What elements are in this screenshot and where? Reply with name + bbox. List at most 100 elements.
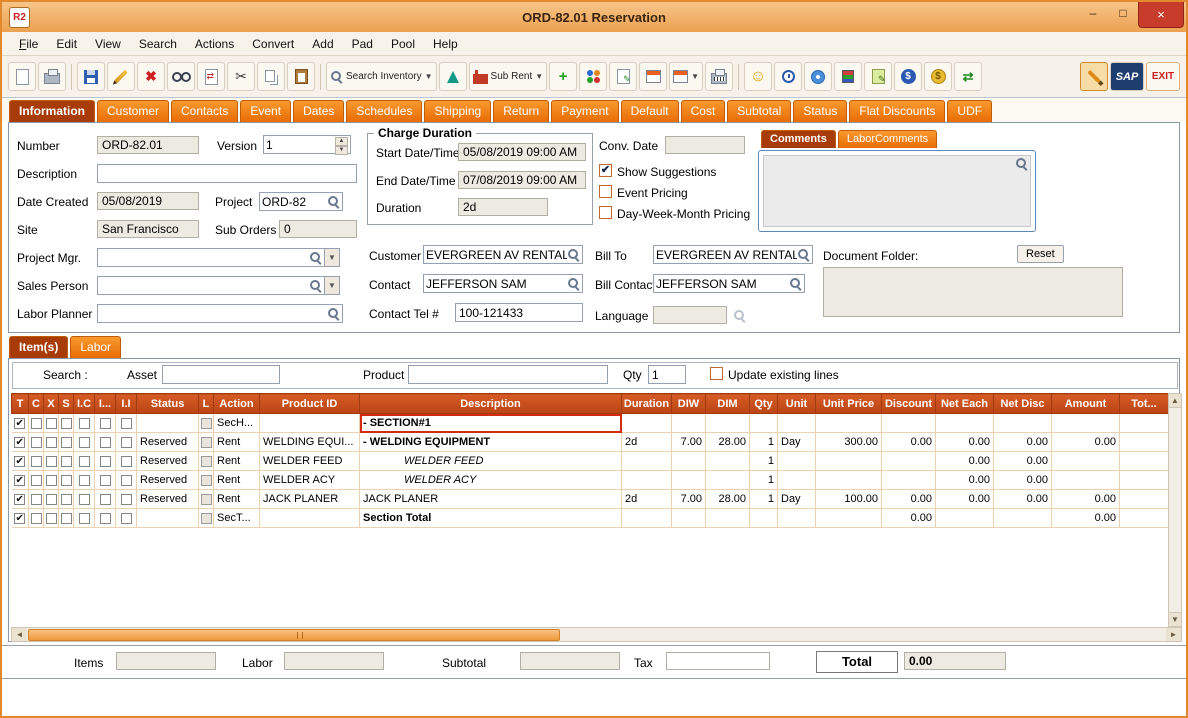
new-document-button[interactable] — [8, 62, 36, 91]
spinner-up-icon[interactable]: ▲ — [335, 137, 348, 146]
grid-column-header[interactable]: S — [59, 394, 74, 414]
tab[interactable]: Subtotal — [727, 100, 791, 122]
tab-labor-comments[interactable]: LaborComments — [838, 130, 937, 148]
reset-button[interactable]: Reset — [1017, 245, 1064, 263]
history-clock-button[interactable] — [774, 62, 802, 91]
tab-labor[interactable]: Labor — [70, 336, 121, 358]
update-existing-lines-checkbox[interactable] — [710, 367, 723, 380]
table-row[interactable]: ✔ Reserved Rent WELDER ACY WELDER ACY — [12, 471, 1169, 490]
dwm-pricing-checkbox[interactable] — [599, 206, 612, 219]
grid-column-header[interactable]: Unit — [778, 394, 816, 414]
horizontal-scroll-thumb[interactable] — [28, 629, 560, 641]
find-button[interactable] — [167, 62, 195, 91]
project-field[interactable]: ORD-82 — [259, 192, 343, 211]
row-checkbox[interactable] — [61, 456, 72, 467]
version-spinner[interactable]: ▲▼ — [335, 137, 348, 152]
scroll-right-icon[interactable]: ► — [1166, 628, 1181, 641]
project-mgr-dropdown-button[interactable]: ▼ — [324, 248, 340, 267]
tab[interactable]: Information — [9, 100, 95, 122]
grid-column-header[interactable]: L — [199, 394, 214, 414]
tab[interactable]: UDF — [947, 100, 992, 122]
row-checkbox[interactable] — [61, 475, 72, 486]
scroll-down-icon[interactable]: ▼ — [1169, 612, 1181, 626]
row-checkbox[interactable] — [121, 475, 132, 486]
grid-column-header[interactable]: Amount — [1052, 394, 1120, 414]
maximize-button[interactable]: □ — [1108, 2, 1138, 24]
delete-button[interactable]: ✖ — [137, 62, 165, 91]
row-checkbox[interactable] — [46, 513, 57, 524]
table-row[interactable]: ✔ Reserved Rent JACK PLANER JACK PLANER … — [12, 490, 1169, 509]
menu-item[interactable]: Add — [303, 34, 342, 54]
menu-item[interactable]: Actions — [186, 34, 243, 54]
grid-column-header[interactable]: Action — [214, 394, 260, 414]
grid-column-header[interactable]: Tot... — [1120, 394, 1169, 414]
row-checkbox[interactable] — [121, 418, 132, 429]
add-item-button[interactable]: + — [549, 62, 577, 91]
grid-column-header[interactable]: Unit Price — [816, 394, 882, 414]
customer-field[interactable]: EVERGREEN AV RENTAL — [423, 245, 583, 264]
table-row[interactable]: ✔ SecH... - SECTION#1 — [12, 414, 1169, 433]
tab[interactable]: Flat Discounts — [849, 100, 945, 122]
tab[interactable]: Shipping — [424, 100, 491, 122]
version-field[interactable]: 1 ▲▼ — [263, 135, 351, 154]
grid-column-header[interactable]: Duration — [622, 394, 672, 414]
row-checkbox[interactable]: ✔ — [14, 494, 25, 505]
grid-column-header[interactable]: C — [29, 394, 44, 414]
grid-column-header[interactable]: Net Each — [936, 394, 994, 414]
money-coins-button[interactable]: $ — [924, 62, 952, 91]
horizontal-scrollbar[interactable]: ◄ ► — [11, 627, 1182, 642]
spinner-down-icon[interactable]: ▼ — [335, 146, 348, 155]
row-checkbox[interactable] — [46, 437, 57, 448]
tab[interactable]: Schedules — [346, 100, 422, 122]
scroll-left-icon[interactable]: ◄ — [12, 628, 27, 641]
grid-column-header[interactable]: DIW — [672, 394, 706, 414]
bill-to-field[interactable]: EVERGREEN AV RENTAL — [653, 245, 813, 264]
search-icon[interactable] — [567, 248, 580, 261]
grid-column-header[interactable]: I... — [95, 394, 116, 414]
asset-input[interactable] — [162, 365, 280, 384]
row-checkbox[interactable] — [121, 437, 132, 448]
convert-document-button[interactable] — [197, 62, 225, 91]
grid-column-header[interactable]: I.I — [116, 394, 137, 414]
search-inventory-button[interactable]: Search Inventory ▼ — [326, 62, 437, 91]
menu-item[interactable]: File — [10, 34, 47, 54]
row-checkbox[interactable] — [121, 513, 132, 524]
grid-column-header[interactable]: I.C — [74, 394, 95, 414]
grid-column-header[interactable]: Product ID — [260, 394, 360, 414]
row-checkbox[interactable] — [100, 456, 111, 467]
row-checkbox[interactable] — [61, 513, 72, 524]
sales-person-field[interactable] — [97, 276, 325, 295]
row-checkbox[interactable] — [100, 513, 111, 524]
table-row[interactable]: ✔ Reserved Rent WELDER FEED WELDER FEED — [12, 452, 1169, 471]
row-checkbox[interactable] — [121, 456, 132, 467]
menu-item[interactable]: Help — [424, 34, 467, 54]
qty-input[interactable] — [648, 365, 686, 384]
comments-search-icon[interactable] — [1015, 157, 1028, 170]
search-icon[interactable] — [567, 277, 580, 290]
row-checkbox[interactable] — [61, 418, 72, 429]
print-button[interactable] — [38, 62, 66, 91]
menu-item[interactable]: View — [86, 34, 130, 54]
row-checkbox[interactable] — [46, 456, 57, 467]
tab[interactable]: Payment — [551, 100, 618, 122]
row-checkbox[interactable]: ✔ — [14, 456, 25, 467]
tab[interactable]: Default — [621, 100, 679, 122]
close-button[interactable]: × — [1138, 2, 1184, 28]
row-checkbox[interactable] — [100, 475, 111, 486]
transfer-items-button[interactable]: ⇄ — [954, 62, 982, 91]
menu-item[interactable]: Convert — [243, 34, 303, 54]
edit-note-button[interactable] — [609, 62, 637, 91]
smiley-button[interactable]: ☺ — [744, 62, 772, 91]
sales-person-dropdown-button[interactable]: ▼ — [324, 276, 340, 295]
event-pricing-checkbox[interactable] — [599, 185, 612, 198]
search-icon[interactable] — [327, 195, 340, 208]
row-checkbox[interactable] — [46, 494, 57, 505]
calendar-grid-button[interactable] — [639, 62, 667, 91]
search-icon[interactable] — [797, 248, 810, 261]
row-checkbox[interactable] — [100, 437, 111, 448]
row-checkbox[interactable] — [46, 475, 57, 486]
row-checkbox[interactable] — [79, 456, 90, 467]
exit-button[interactable]: EXIT — [1146, 62, 1180, 91]
row-checkbox[interactable] — [31, 513, 42, 524]
tax-field[interactable] — [666, 652, 770, 670]
